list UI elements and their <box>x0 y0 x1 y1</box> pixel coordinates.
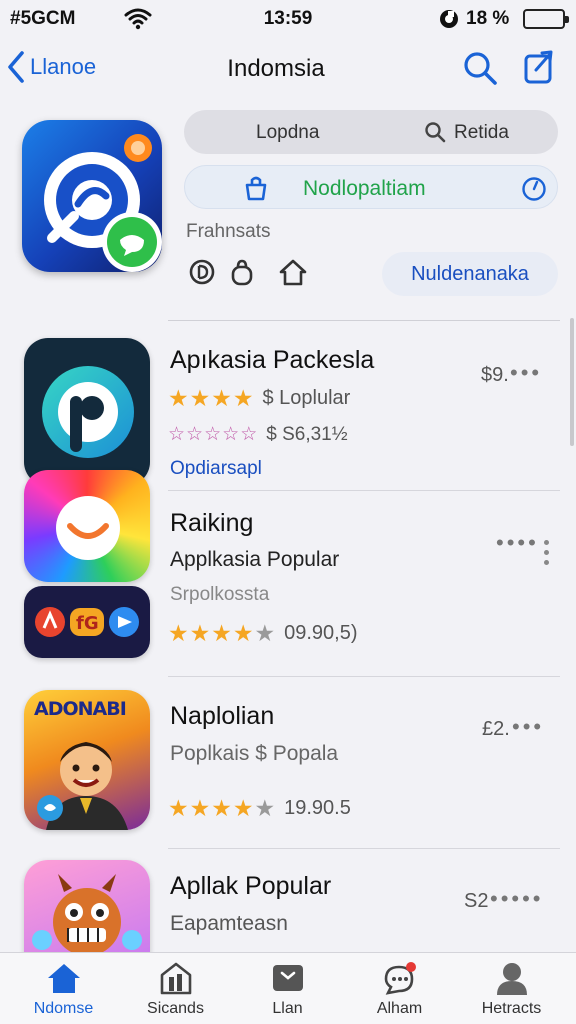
status-bar: #5GCM 13:59 18 % <box>0 0 576 40</box>
tab-label: Alham <box>376 1000 423 1017</box>
install-pill[interactable]: Nodlopaltiam <box>184 165 558 209</box>
star-outline-icon: ☆ <box>240 424 258 445</box>
app-price: S2 <box>464 890 489 912</box>
featured-action-label: Nuldenanaka <box>411 263 529 285</box>
app-subtitle: Applkasia Popular <box>170 548 340 571</box>
tab-label: Hetracts <box>481 1000 542 1017</box>
app-icon[interactable] <box>24 338 150 486</box>
divider <box>168 320 560 321</box>
app-title[interactable]: Raiking <box>170 509 253 538</box>
rating-stars-secondary: ☆ ☆ ☆ ☆ ☆ $ S6,31½ <box>168 423 348 447</box>
star-icon: ★ <box>211 795 232 821</box>
library-icon <box>158 961 194 995</box>
star-outline-icon: ☆ <box>186 424 204 445</box>
star-outline-icon: ☆ <box>204 424 222 445</box>
rating-text: 19.90.5 <box>284 796 351 819</box>
svg-text:fG: fG <box>76 613 99 634</box>
rating-stars: ★ ★ ★ ★ $ Loplular <box>168 386 350 410</box>
star-icon: ★ <box>189 385 211 411</box>
more-options-button[interactable]: ••••• <box>490 886 544 912</box>
more-options-button[interactable]: •••• <box>496 530 539 556</box>
battery-icon <box>523 9 569 29</box>
search-round-icon[interactable] <box>188 258 216 291</box>
bag-icon <box>243 175 269 206</box>
app-category: Srpolkossta <box>170 584 270 605</box>
app-title[interactable]: Apıkasia Packesla <box>170 346 374 375</box>
home-icon[interactable] <box>278 258 308 291</box>
tab-label: Ndomse <box>33 1000 94 1017</box>
more-options-button[interactable]: ••• <box>512 714 544 740</box>
vertical-more-icon[interactable] <box>544 540 550 570</box>
more-options-button[interactable]: ••• <box>510 360 542 386</box>
scrollbar[interactable] <box>570 318 574 446</box>
chat-badge-icon <box>102 212 162 272</box>
person-icon <box>494 961 530 995</box>
app-subtitle: Eapamteasn <box>170 912 288 935</box>
app-title[interactable]: Naplolian <box>170 702 274 731</box>
search-icon[interactable] <box>462 50 498 91</box>
star-icon: ★ <box>232 385 254 411</box>
clock-icon <box>521 176 547 207</box>
tab-play[interactable]: Llan <box>230 953 345 1024</box>
star-outline-icon: ☆ <box>168 424 186 445</box>
play-icon <box>270 961 306 995</box>
divider <box>168 848 560 849</box>
smile-icon <box>56 496 120 560</box>
app-price: £2. <box>482 718 510 740</box>
star-outline-icon: ☆ <box>222 424 240 445</box>
star-icon: ★ <box>168 795 189 821</box>
star-icon: ★ <box>189 620 211 646</box>
star-icon: ★ <box>211 620 232 646</box>
lock-icon[interactable] <box>230 258 254 291</box>
app-icon-secondary[interactable]: fG <box>24 586 150 658</box>
rating-stars: ★ ★ ★ ★ ★ 09.90,5) <box>168 621 358 645</box>
p-chat-icon <box>42 366 134 458</box>
navigation-bar: Llanoe Indomsia <box>0 40 576 98</box>
featured-subtitle: Frahnsats <box>186 221 271 242</box>
tab-notifications[interactable]: Alham <box>342 953 457 1024</box>
divider <box>168 490 560 491</box>
star-empty-icon: ★ <box>254 620 276 646</box>
search-icon <box>424 121 446 148</box>
search-pill-action: Retida <box>454 122 509 143</box>
app-icon[interactable] <box>24 470 150 582</box>
home-icon <box>46 961 82 995</box>
star-icon: ★ <box>168 385 189 411</box>
app-link[interactable]: Opdiarsapl <box>170 458 262 480</box>
game-badges-icon: fG <box>35 607 139 637</box>
battery-percent: 18 % <box>466 8 510 29</box>
rating-detail: $ S6,31½ <box>266 424 348 445</box>
tab-bar: Ndomse Sicands Llan Alham Hetracts <box>0 952 576 1024</box>
app-icon[interactable] <box>24 860 150 960</box>
app-icon[interactable]: ADONABI <box>24 690 150 830</box>
app-subtitle: Poplkais $ Popala <box>170 742 339 765</box>
star-icon: ★ <box>211 385 232 411</box>
search-pill[interactable]: Lopdna Retida <box>184 110 558 154</box>
rating-stars: ★ ★ ★ ★ ★ 19.90.5 <box>168 796 351 820</box>
app-title[interactable]: Apllak Popular <box>170 872 331 901</box>
featured-app-icon[interactable] <box>22 120 162 272</box>
featured-action-button[interactable]: Nuldenanaka <box>382 252 558 296</box>
install-pill-label: Nodlopaltiam <box>303 177 426 200</box>
tab-label: Sicands <box>147 1000 204 1017</box>
search-pill-label: Lopdna <box>256 122 320 143</box>
share-icon[interactable] <box>522 48 556 91</box>
game-title-art: ADONABI <box>34 698 127 720</box>
monster-game-icon <box>32 874 142 956</box>
orientation-lock-icon <box>438 8 460 35</box>
star-empty-icon: ★ <box>254 795 276 821</box>
app-price: $9. <box>481 364 509 386</box>
rating-text: 09.90,5) <box>284 621 358 644</box>
notification-icon <box>382 961 418 995</box>
tab-home[interactable]: Ndomse <box>6 953 121 1024</box>
star-icon: ★ <box>232 620 254 646</box>
star-icon: ★ <box>232 795 254 821</box>
divider <box>168 676 560 677</box>
star-icon: ★ <box>189 795 211 821</box>
tab-label: Llan <box>272 1000 303 1017</box>
tab-profile[interactable]: Hetracts <box>454 953 569 1024</box>
tab-library[interactable]: Sicands <box>118 953 233 1024</box>
star-icon: ★ <box>168 620 189 646</box>
rating-text: $ Loplular <box>262 386 351 409</box>
